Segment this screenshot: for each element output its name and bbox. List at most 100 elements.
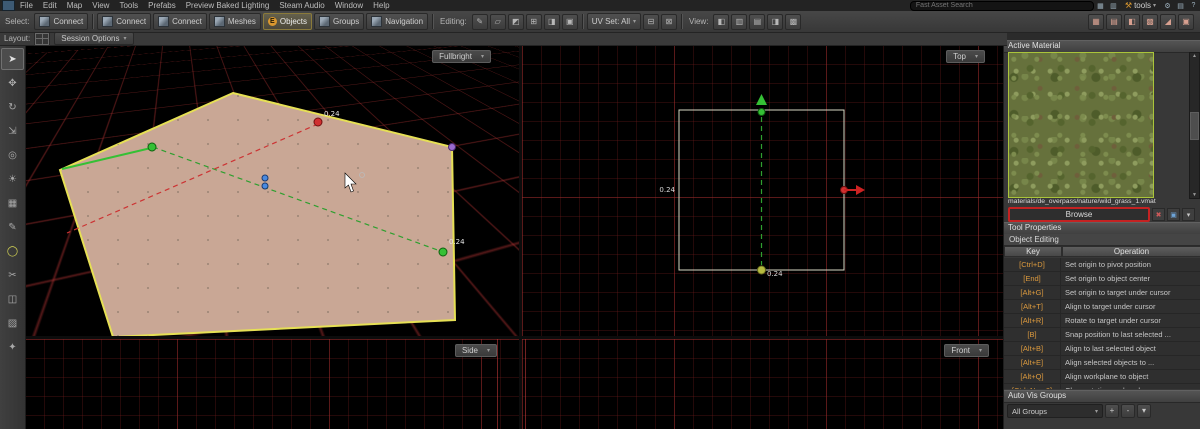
vertex-edit-icon[interactable]: ▱ [490,14,506,30]
uv-unwrap-icon[interactable]: ⊟ [643,14,659,30]
grid-2d [522,339,1003,429]
show-in-browser-icon[interactable]: ▣ [1167,208,1180,221]
axis-origin-line [525,339,526,429]
session-options-dropdown[interactable]: Session Options ▾ [54,32,133,45]
fog-toggle-icon[interactable]: ▩ [785,14,801,30]
purple-vertex-handle[interactable] [449,144,456,151]
select-mode-button-1[interactable]: Connect [34,13,88,30]
viewport-side-mode-dropdown[interactable]: Side ▾ [455,344,497,357]
viewport-3d[interactable]: 0.24 0.24 Fullbright ▾ [25,45,519,336]
cordon-tool-icon[interactable]: ▣ [1178,14,1194,30]
wireframe-view-icon[interactable]: ▥ [731,14,747,30]
grid-toggle-icon[interactable]: ▤ [749,14,765,30]
face-texture-dots [60,93,455,336]
texture-tool-icon[interactable]: ◧ [1124,14,1140,30]
menu-steam-audio[interactable]: Steam Audio [274,0,329,11]
eyedropper-tool-icon[interactable]: ✦ [1,336,24,358]
asset-grid-icon[interactable]: ▦ [1095,1,1106,10]
merge-icon[interactable]: ◨ [544,14,560,30]
scroll-up-icon[interactable]: ▲ [1192,53,1197,59]
fast-asset-search-input[interactable] [910,1,1094,11]
select-mode-objects-button[interactable]: E Objects [263,13,312,30]
add-vis-group-button[interactable]: + [1105,404,1119,418]
shaded-view-icon[interactable]: ◧ [713,14,729,30]
viewport-front-mode-dropdown[interactable]: Front ▾ [944,344,989,357]
layout-grid-icon[interactable] [34,32,50,46]
viewport-mode-label: Top [953,52,966,61]
material-options-dropdown-icon[interactable]: ▾ [1182,208,1195,221]
pivot-tool-icon[interactable]: ◎ [1,144,24,166]
red-handle[interactable] [314,118,322,126]
settings-gear-icon[interactable]: ⚙ [1162,1,1173,10]
ellipse-tool-icon[interactable]: ◯ [1,240,24,262]
select-mode-button-3[interactable]: Connect [153,13,207,30]
vis-group-select[interactable]: All Groups ▾ [1007,404,1103,418]
camera-tool-icon[interactable]: ▤ [1106,14,1122,30]
snap-grid-icon[interactable]: ⊞ [526,14,542,30]
hotkey-key: [Alt+R] [1004,314,1061,327]
rotate-tool-icon[interactable]: ↻ [1,96,24,118]
polygon-pen-tool-icon[interactable]: ✎ [1,216,24,238]
green-arrow-up[interactable] [756,94,767,105]
layout-icon[interactable]: ▥ [1108,1,1119,10]
menu-tools[interactable]: Tools [114,0,143,11]
scrollbar-thumb[interactable] [1190,112,1199,140]
select-mode-meshes-button[interactable]: Meshes [209,13,261,30]
active-material-preview[interactable] [1008,52,1154,198]
menu-map[interactable]: Map [62,0,88,11]
red-arrow-right[interactable] [856,185,865,195]
viewport-top-mode-dropdown[interactable]: Top ▾ [946,50,985,63]
menu-edit[interactable]: Edit [38,0,62,11]
select-mode-label: Connect [116,17,146,26]
hotkey-row: [End] Set origin to object center [1004,272,1200,286]
pencil-edit-icon[interactable]: ✎ [472,14,488,30]
blue-handle-lower[interactable] [262,183,268,189]
select-mode-navigation-button[interactable]: Navigation [366,13,428,30]
uv-pack-icon[interactable]: ⊠ [661,14,677,30]
material-panel-scrollbar[interactable]: ▲ ▼ [1189,52,1200,199]
tools-dropdown[interactable]: ⚒ tools ▾ [1120,1,1161,10]
viewport-front[interactable]: Front ▾ [522,339,1003,429]
edge-edit-icon[interactable]: ◩ [508,14,524,30]
lighting-toggle-icon[interactable]: ◨ [767,14,783,30]
menu-prefabs[interactable]: Prefabs [143,0,181,11]
paint-tool-icon[interactable]: ▨ [1,312,24,334]
vis-group-options-dropdown[interactable]: ▾ [1137,404,1151,418]
viewport-top[interactable]: 0.24 0.24 Top ▾ [522,45,1003,336]
clip-tool-icon[interactable]: ◫ [1,288,24,310]
menu-view[interactable]: View [87,0,114,11]
light-entity-tool-icon[interactable]: ☀ [1,168,24,190]
remove-vis-group-button[interactable]: - [1121,404,1135,418]
uv-set-dropdown[interactable]: UV Set: All ▾ [587,13,641,30]
layers-icon[interactable]: ▤ [1175,1,1186,10]
green-handle-left[interactable] [148,143,156,151]
menu-help[interactable]: Help [368,0,394,11]
measure-label: 0.24 [767,270,783,278]
measure-label: 0.24 [449,238,465,246]
knife-tool-icon[interactable]: ✂ [1,264,24,286]
scale-tool-icon[interactable]: ⇲ [1,120,24,142]
block-tool-icon[interactable]: ▦ [1,192,24,214]
select-mode-button-2[interactable]: Connect [97,13,151,30]
menu-preview-baked-lighting[interactable]: Preview Baked Lighting [181,0,275,11]
browse-button[interactable]: Browse [1008,207,1150,222]
menu-window[interactable]: Window [330,0,368,11]
move-tool-icon[interactable]: ✥ [1,72,24,94]
select-tool-icon[interactable]: ➤ [1,48,24,70]
physics-tool-icon[interactable]: ◢ [1160,14,1176,30]
clear-material-icon[interactable]: ✖ [1152,208,1165,221]
select-mode-groups-button[interactable]: Groups [314,13,364,30]
displacement-tool-icon[interactable]: ▩ [1142,14,1158,30]
toolbar-separator [92,14,93,29]
hotkey-key: [Alt+T] [1004,300,1061,313]
entity-tool-icon[interactable]: ▦ [1088,14,1104,30]
extrude-icon[interactable]: ▣ [562,14,578,30]
green-handle-right[interactable] [439,248,447,256]
viewport-3d-mode-dropdown[interactable]: Fullbright ▾ [432,50,491,63]
viewport-side[interactable]: Side ▾ [25,339,519,429]
yellow-green-handle-bottom[interactable] [758,266,766,274]
green-handle-top[interactable] [758,109,765,116]
blue-handle-upper[interactable] [262,175,268,181]
help-icon[interactable]: ? [1188,1,1199,10]
menu-file[interactable]: File [15,0,38,11]
